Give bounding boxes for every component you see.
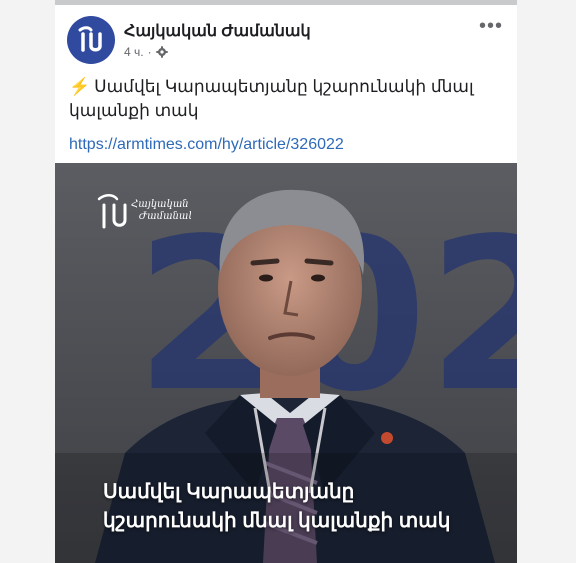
lightning-icon: ⚡ [69,77,91,96]
page-name[interactable]: Հայկական Ժամանակ [124,21,311,41]
caption-text: Սամվել Կարապետյանը կշարունակի մնալ կալան… [69,77,474,120]
photo-headline: Սամվել Կարապետյանը կշարունակի մնալ կալան… [103,478,450,536]
post-top-divider [55,0,517,5]
watermark-line-2: Ժամանակ [139,211,191,222]
armtimes-logo-icon [78,26,102,52]
meta-separator: · [147,45,152,59]
article-link[interactable]: https://armtimes.com/hy/article/326022 [69,136,344,154]
left-margin [0,0,55,563]
armtimes-watermark-logo: Հայկական Ժամանակ [95,193,195,238]
post-photo[interactable]: 2021 [55,163,517,563]
facebook-post-card: Հայկական Ժամանակ 4 ч. · ••• ⚡ Սամվել Կարա… [55,0,517,563]
photo-headline-line-1: Սամվել Կարապետյանը [103,481,355,503]
watermark-line-1: Հայկական [131,199,189,210]
post-caption: ⚡ Սամվել Կարապետյանը կշարունակի մնալ կալա… [69,75,489,123]
more-options-icon[interactable]: ••• [479,16,503,36]
page-avatar[interactable] [67,16,115,64]
watermark-logo-icon: Հայկական Ժամանակ [97,194,195,229]
photo-headline-line-2: կշարունակի մնալ կալանքի տակ [103,510,451,532]
right-margin [517,0,576,563]
post-meta: 4 ч. · [124,45,168,59]
gear-icon [155,46,168,58]
post-timestamp[interactable]: 4 ч. [124,45,144,59]
